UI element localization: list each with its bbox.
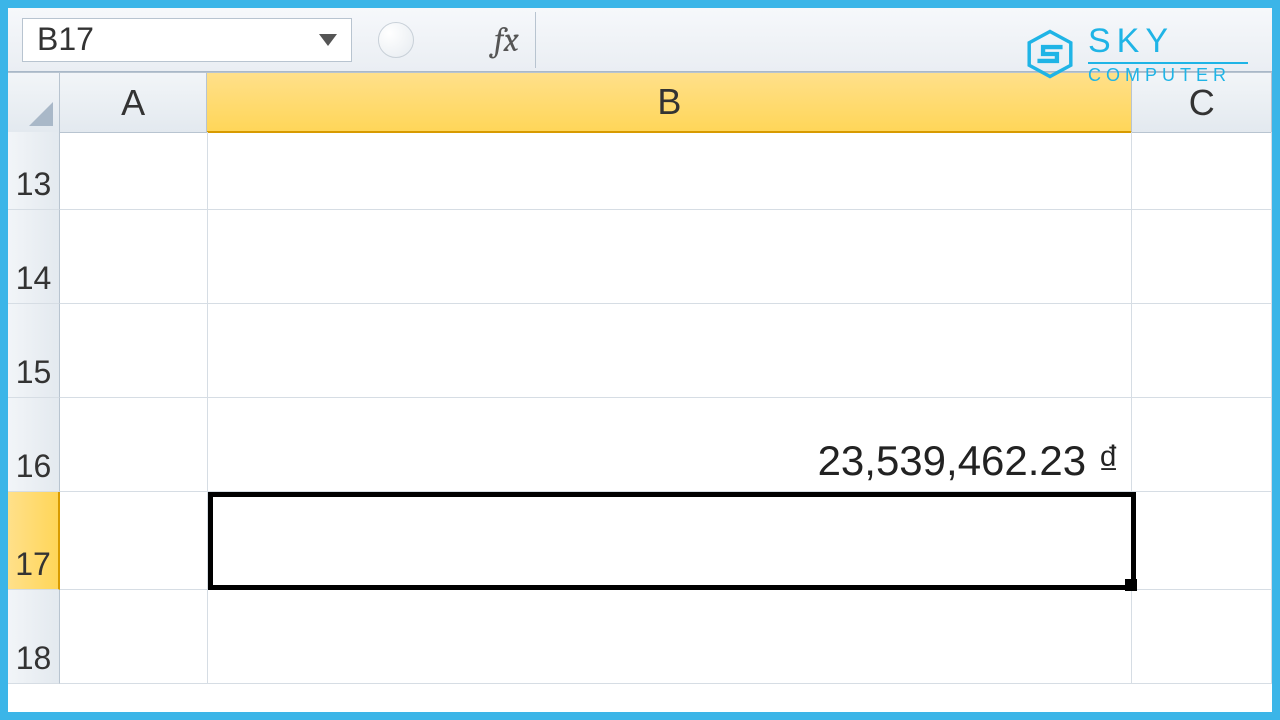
- cell-B17[interactable]: [208, 492, 1133, 589]
- brand-watermark: SKY COMPUTER: [1024, 24, 1248, 85]
- brand-text: SKY COMPUTER: [1088, 24, 1248, 85]
- cell-B14[interactable]: [208, 210, 1133, 303]
- column-header-A[interactable]: A: [60, 73, 208, 133]
- fx-icon[interactable]: fx: [494, 20, 519, 60]
- cell-C18[interactable]: [1132, 590, 1272, 683]
- cell-A16[interactable]: [60, 398, 208, 491]
- cell-B18[interactable]: [208, 590, 1133, 683]
- row-header-13[interactable]: 13: [8, 132, 60, 210]
- cell-B16[interactable]: 23,539,462.23 ₫: [208, 398, 1133, 491]
- cell-A17[interactable]: [60, 492, 208, 589]
- cell-B13[interactable]: [208, 132, 1133, 209]
- row-header-18[interactable]: 18: [8, 590, 60, 684]
- brand-divider: [1088, 62, 1248, 64]
- cell-A14[interactable]: [60, 210, 208, 303]
- cell-C14[interactable]: [1132, 210, 1272, 303]
- dropdown-arrow-icon[interactable]: [319, 34, 337, 46]
- cell-A15[interactable]: [60, 304, 208, 397]
- row-header-14[interactable]: 14: [8, 210, 60, 304]
- column-header-B[interactable]: B: [207, 73, 1132, 133]
- row-14: [60, 210, 1272, 304]
- select-all-corner[interactable]: [8, 73, 60, 133]
- row-17: [60, 492, 1272, 590]
- sheet[interactable]: A B C 13 14 15 16 17 18: [8, 72, 1272, 712]
- name-box-value: B17: [37, 21, 94, 58]
- name-box[interactable]: B17: [22, 18, 352, 62]
- brand-line2: COMPUTER: [1088, 66, 1248, 85]
- cell-C15[interactable]: [1132, 304, 1272, 397]
- row-15: [60, 304, 1272, 398]
- row-header-16[interactable]: 16: [8, 398, 60, 492]
- grid-area: A B C 13 14 15 16 17 18: [8, 72, 1272, 712]
- brand-line1: SKY: [1088, 24, 1248, 60]
- row-header-15[interactable]: 15: [8, 304, 60, 398]
- cell-B15[interactable]: [208, 304, 1133, 397]
- cell-C16[interactable]: [1132, 398, 1272, 491]
- row-headers: 13 14 15 16 17 18: [8, 132, 60, 684]
- spreadsheet-app: B17 fx SKY COMPUTER: [8, 8, 1272, 712]
- cell-A18[interactable]: [60, 590, 208, 683]
- cancel-icon[interactable]: [378, 22, 414, 58]
- row-18: [60, 590, 1272, 684]
- row-header-17[interactable]: 17: [8, 492, 60, 590]
- cell-A13[interactable]: [60, 132, 208, 209]
- brand-logo-icon: [1024, 28, 1076, 80]
- cells-container: 23,539,462.23 ₫: [60, 132, 1272, 712]
- cell-C17[interactable]: [1132, 492, 1272, 589]
- fx-group: fx: [368, 18, 536, 62]
- row-16: 23,539,462.23 ₫: [60, 398, 1272, 492]
- row-13: [60, 132, 1272, 210]
- cell-C13[interactable]: [1132, 132, 1272, 209]
